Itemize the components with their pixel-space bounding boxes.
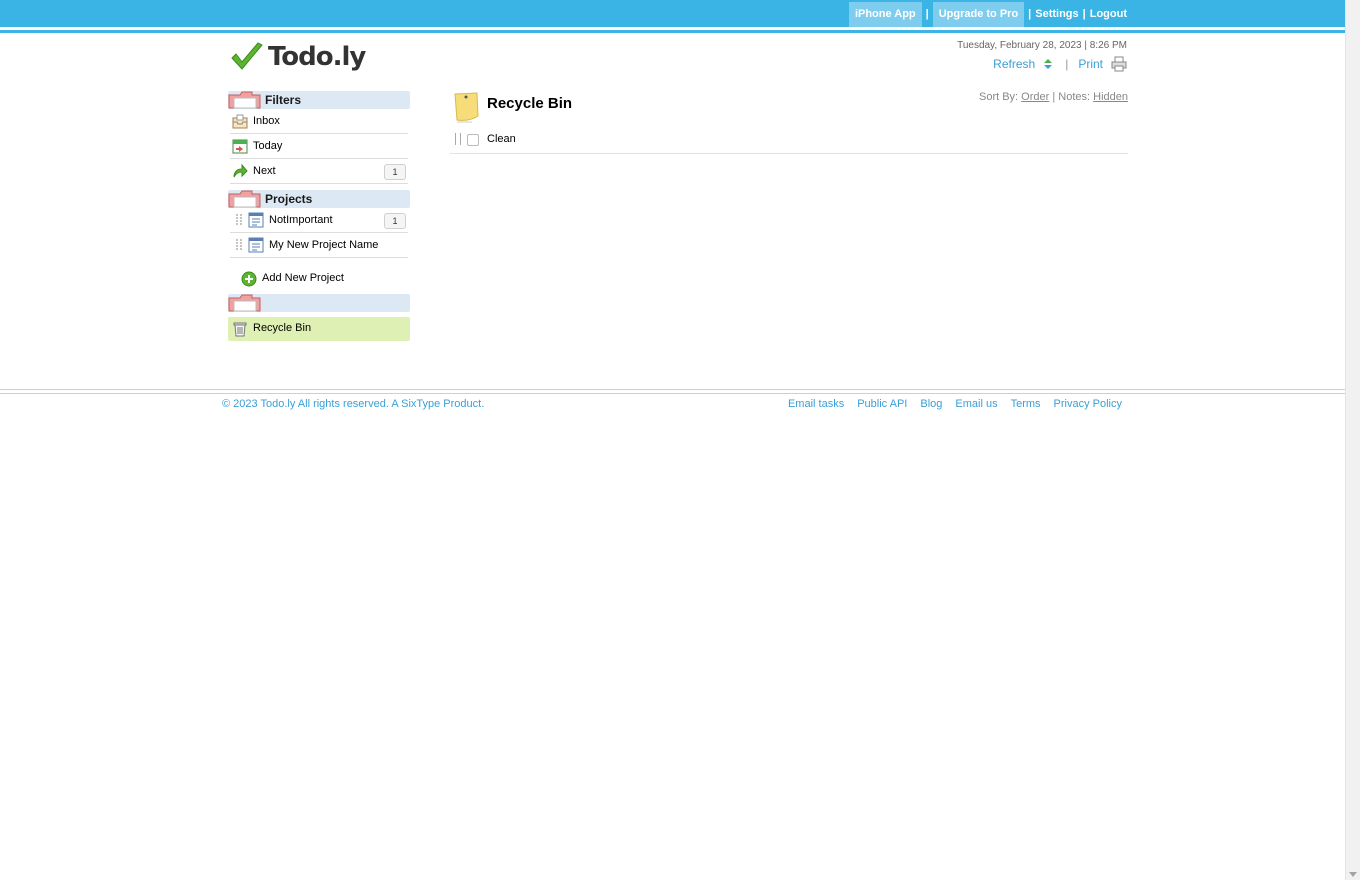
- footer-links: Email tasks Public API Blog Email us Ter…: [775, 398, 1122, 410]
- sidebar-item-inbox[interactable]: Inbox: [230, 109, 408, 134]
- footer-link-email-us[interactable]: Email us: [955, 398, 997, 410]
- sidebar-item-project[interactable]: My New Project Name: [230, 233, 408, 258]
- sidebar-item-label: Recycle Bin: [253, 322, 312, 334]
- sidebar-item-label: Today: [253, 140, 283, 152]
- calendar-icon: [232, 139, 248, 154]
- task-checkbox[interactable]: [467, 134, 479, 146]
- sidebar-item-today[interactable]: Today: [230, 134, 408, 159]
- page-title: Recycle Bin: [487, 95, 573, 112]
- sort-bar: Sort By: Order | Notes: Hidden: [979, 91, 1128, 103]
- footer-link-public-api[interactable]: Public API: [857, 398, 907, 410]
- top-bar: [0, 0, 1345, 27]
- sidebar: Filters Inbox Today Next 1 Projects NotI…: [228, 91, 410, 341]
- projects-header: Projects: [228, 190, 410, 208]
- settings-link[interactable]: Settings: [1035, 8, 1078, 20]
- refresh-icon[interactable]: [1041, 57, 1055, 71]
- project-list-icon: [248, 237, 264, 253]
- sidebar-item-label: Inbox: [253, 115, 280, 127]
- sort-by-label: Sort By:: [978, 91, 1019, 103]
- sort-order-link[interactable]: Order: [1021, 91, 1049, 103]
- count-badge: 1: [384, 213, 406, 229]
- footer-link-blog[interactable]: Blog: [920, 398, 942, 410]
- folder-icon: [228, 91, 261, 109]
- footer-divider: [0, 389, 1345, 390]
- drag-handle-icon[interactable]: [455, 133, 461, 145]
- arrow-forward-icon: [233, 163, 248, 178]
- action-separator: |: [1065, 57, 1069, 71]
- filters-title: Filters: [265, 93, 302, 107]
- add-new-project-label: Add New Project: [262, 272, 344, 284]
- footer-link-terms[interactable]: Terms: [1011, 398, 1041, 410]
- iphone-app-link[interactable]: iPhone App: [848, 1, 922, 27]
- nav-separator: |: [1082, 7, 1086, 20]
- top-nav: iPhone App | Upgrade to Pro | Settings |…: [848, 0, 1127, 27]
- logout-link[interactable]: Logout: [1090, 8, 1127, 20]
- count-badge: 1: [384, 164, 406, 180]
- trash-icon: [233, 322, 247, 337]
- nav-separator: |: [925, 7, 929, 20]
- date-time: Tuesday, February 28, 2023 | 8:26 PM: [957, 40, 1127, 51]
- drag-handle-icon[interactable]: [236, 239, 242, 251]
- filters-header: Filters: [228, 91, 410, 109]
- top-bar-divider: [0, 30, 1345, 33]
- sidebar-item-label: My New Project Name: [269, 239, 379, 251]
- footer-link-email-tasks[interactable]: Email tasks: [788, 398, 844, 410]
- checkmark-logo-icon: [231, 42, 263, 70]
- sticky-note-icon: [454, 92, 479, 123]
- scroll-down-arrow-icon[interactable]: [1349, 872, 1357, 877]
- logo-text: Todo.ly: [268, 42, 366, 72]
- nav-separator: |: [1028, 7, 1032, 20]
- add-new-project-button[interactable]: Add New Project: [228, 264, 410, 294]
- printer-icon[interactable]: [1111, 56, 1127, 72]
- refresh-link[interactable]: Refresh: [993, 57, 1035, 71]
- notes-hidden-link[interactable]: Hidden: [1093, 91, 1128, 103]
- footer-divider: [0, 393, 1345, 394]
- plus-circle-icon: [241, 271, 257, 287]
- copyright: © 2023 Todo.ly All rights reserved. A Si…: [222, 398, 485, 410]
- print-link[interactable]: Print: [1078, 57, 1103, 71]
- folder-icon: [228, 294, 261, 312]
- footer-link-privacy-policy[interactable]: Privacy Policy: [1054, 398, 1122, 410]
- folder-icon: [228, 190, 261, 208]
- inbox-icon: [232, 114, 248, 129]
- sidebar-item-recycle-bin[interactable]: Recycle Bin: [228, 317, 410, 341]
- drag-handle-icon[interactable]: [236, 214, 242, 226]
- sidebar-item-project[interactable]: NotImportant 1: [230, 208, 408, 233]
- sidebar-item-next[interactable]: Next 1: [230, 159, 408, 184]
- vertical-scrollbar[interactable]: [1345, 0, 1360, 880]
- upgrade-to-pro-link[interactable]: Upgrade to Pro: [932, 1, 1025, 27]
- logo[interactable]: Todo.ly: [230, 40, 366, 74]
- project-list-icon: [248, 212, 264, 228]
- projects-title: Projects: [265, 192, 313, 206]
- header-actions: Refresh | Print: [993, 56, 1127, 72]
- notes-label: | Notes:: [1052, 91, 1091, 103]
- task-item[interactable]: Clean: [450, 130, 1128, 154]
- sidebar-item-label: NotImportant: [269, 214, 333, 226]
- sidebar-item-label: Next: [253, 165, 276, 177]
- task-label[interactable]: Clean: [487, 133, 516, 145]
- misc-header: [228, 294, 410, 312]
